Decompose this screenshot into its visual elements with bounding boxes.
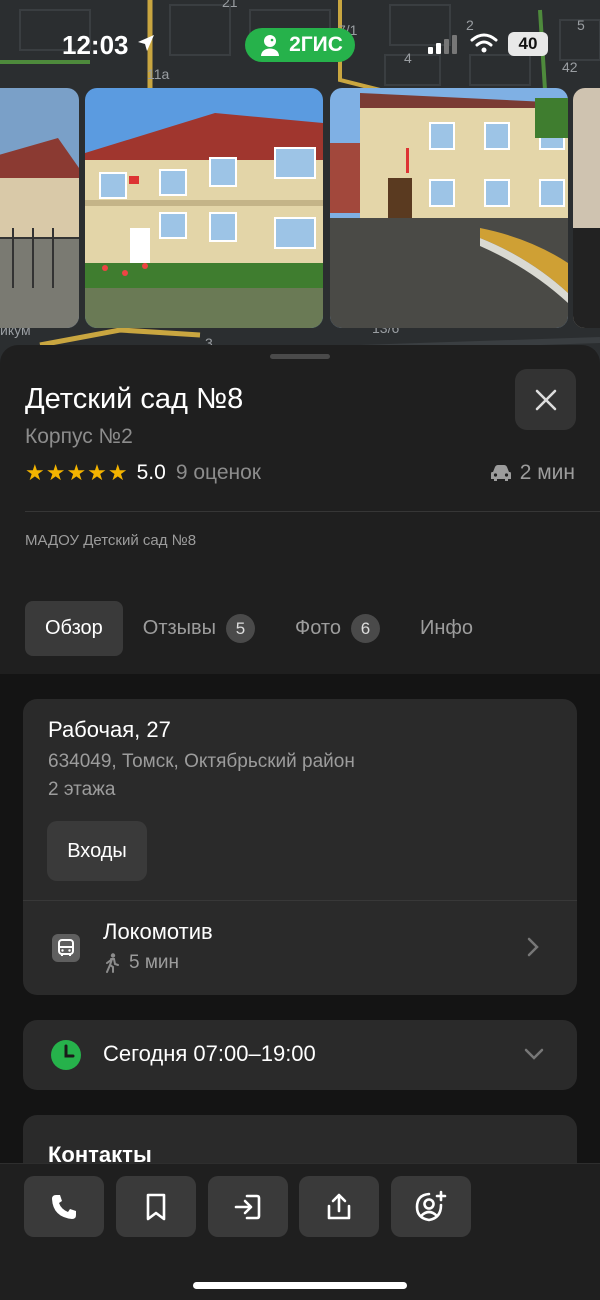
- route-enter-icon: [234, 1194, 261, 1219]
- place-photo[interactable]: [0, 88, 79, 328]
- address-card: Рабочая, 27 634049, Томск, Октябрьский р…: [23, 699, 577, 995]
- car-icon: [490, 465, 511, 481]
- tab-overview[interactable]: Обзор: [25, 601, 123, 656]
- share-icon: [327, 1193, 351, 1219]
- place-sheet: Детский сад №8 Корпус №2 ★★★★★ 5.0 9 оце…: [0, 345, 600, 1300]
- close-icon: [535, 389, 556, 410]
- tab-count-badge: 6: [350, 614, 380, 643]
- battery-indicator: 40: [508, 32, 548, 56]
- address-city: 634049, Томск, Октябрьский район: [48, 751, 355, 772]
- place-subtitle: Корпус №2: [25, 425, 133, 448]
- place-photo[interactable]: [330, 88, 568, 328]
- rating-count: 9 оценок: [175, 461, 261, 484]
- close-button[interactable]: [515, 369, 576, 430]
- place-photo[interactable]: [85, 88, 323, 328]
- photo-image: [573, 88, 600, 328]
- signal-icon: [428, 35, 457, 54]
- bookmark-icon: [146, 1193, 166, 1220]
- bookmark-button[interactable]: [116, 1176, 196, 1237]
- rating-row[interactable]: ★★★★★ 5.0 9 оценок: [25, 458, 261, 488]
- phone-icon: [52, 1194, 76, 1219]
- place-photo[interactable]: [573, 88, 600, 328]
- tab-photos[interactable]: Фото 6: [275, 601, 400, 656]
- home-indicator[interactable]: [193, 1282, 407, 1289]
- bus-stop-icon: [52, 934, 80, 962]
- tab-label: Обзор: [45, 617, 103, 639]
- action-bar: [0, 1163, 600, 1300]
- call-button[interactable]: [24, 1176, 104, 1237]
- divider: [23, 900, 577, 901]
- drive-time-label: 2 мин: [519, 461, 575, 484]
- share-button[interactable]: [299, 1176, 379, 1237]
- address-floors: 2 этажа: [48, 779, 116, 800]
- entrances-button[interactable]: Входы: [47, 821, 147, 881]
- tab-info[interactable]: Инфо: [400, 601, 493, 656]
- status-bar: 12:03 2ГИС 40: [0, 0, 600, 90]
- app-badge-label: 2ГИС: [289, 33, 343, 56]
- location-arrow-icon: [138, 35, 154, 51]
- drive-time[interactable]: 2 мин: [490, 458, 575, 488]
- tab-reviews[interactable]: Отзывы 5: [123, 601, 275, 656]
- tab-count-badge: 5: [226, 614, 256, 643]
- divider: [25, 511, 600, 512]
- organization-name: МАДОУ Детский сад №8: [25, 532, 197, 549]
- walking-icon: [106, 953, 119, 973]
- photo-image: [0, 88, 79, 328]
- place-title: Детский сад №8: [25, 383, 244, 415]
- route-button[interactable]: [208, 1176, 288, 1237]
- tab-bar: Обзор Отзывы 5 Фото 6 Инфо: [25, 601, 493, 656]
- wifi-icon: [470, 33, 498, 53]
- hours-text: Сегодня 07:00–19:00: [103, 1041, 316, 1066]
- chevron-right-icon: [527, 937, 539, 957]
- walk-time-label: 5 мин: [129, 952, 180, 973]
- address-street[interactable]: Рабочая, 27: [48, 717, 171, 743]
- rating-value: 5.0: [136, 461, 166, 484]
- tab-label: Инфо: [419, 617, 473, 639]
- walk-time: 5 мин: [103, 952, 179, 974]
- rating-stars: ★★★★★: [25, 460, 129, 485]
- clock-icon: [51, 1040, 81, 1070]
- hours-card[interactable]: Сегодня 07:00–19:00: [23, 1020, 577, 1090]
- add-friend-button[interactable]: [391, 1176, 471, 1237]
- app-badge[interactable]: 2ГИС: [245, 28, 355, 62]
- photo-image: [330, 88, 568, 328]
- sheet-grabber[interactable]: [270, 354, 330, 359]
- tab-label: Отзывы: [142, 617, 217, 639]
- photo-image: [85, 88, 323, 328]
- status-time: 12:03: [62, 30, 129, 60]
- chevron-down-icon: [524, 1048, 544, 1060]
- duck-icon: [261, 35, 280, 56]
- tab-label: Фото: [295, 617, 341, 639]
- add-friend-icon: [415, 1190, 447, 1221]
- transit-stop-name: Локомотив: [103, 919, 213, 944]
